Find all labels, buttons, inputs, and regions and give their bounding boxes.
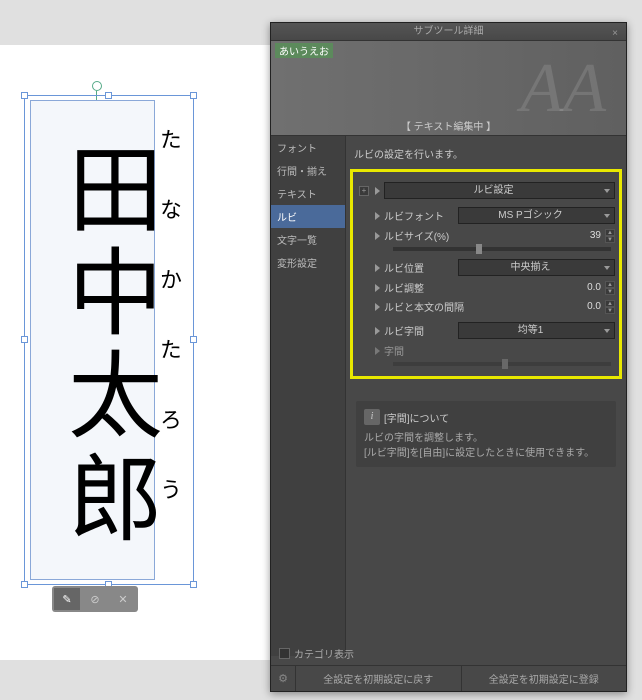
- ruby-size-slider[interactable]: [393, 247, 611, 251]
- ruby-font-row: ルビフォント MS Pゴシック: [357, 207, 615, 224]
- ruby-adjust-value[interactable]: 0.0: [561, 282, 601, 293]
- ruby-spacing-row: ルビ字間 均等1: [357, 322, 615, 339]
- resize-handle[interactable]: [21, 336, 28, 343]
- char-space-slider: [393, 362, 611, 366]
- highlighted-settings: + ルビ設定 ルビフォント MS Pゴシック ルビサイズ(%): [350, 169, 622, 379]
- confirm-button[interactable]: ⊘: [82, 588, 108, 610]
- category-chars[interactable]: 文字一覧: [271, 228, 345, 251]
- resize-handle[interactable]: [105, 92, 112, 99]
- properties-pane: ルビの設定を行います。 + ルビ設定 ルビフォント MS Pゴシック: [346, 136, 626, 656]
- rotate-handle[interactable]: [92, 81, 102, 91]
- ruby-spacing-label: ルビ字間: [384, 323, 454, 338]
- brush-name: あいうえお: [275, 43, 333, 58]
- category-font[interactable]: フォント: [271, 136, 345, 159]
- ruby-font-label: ルビフォント: [384, 208, 454, 223]
- char-space-row: 字間: [357, 343, 615, 358]
- ruby-size-slider-row: [357, 247, 615, 251]
- disclosure-icon[interactable]: [375, 284, 380, 292]
- info-line: ルビの字間を調整します。: [364, 429, 608, 444]
- resize-handle[interactable]: [190, 581, 197, 588]
- panel-footer: カテゴリ表示 ⚙ 全設定を初期設定に戻す 全設定を初期設定に登録: [271, 642, 626, 691]
- category-ruby[interactable]: ルビ: [271, 205, 345, 228]
- ruby-gap-row: ルビと本文の間隔 0.0 ▲▼: [357, 299, 615, 314]
- category-list: フォント 行間・揃え テキスト ルビ 文字一覧 変形設定: [271, 136, 346, 656]
- brush-preview: あいうえお AA 【 テキスト編集中 】: [271, 41, 626, 136]
- gear-icon[interactable]: ⚙: [271, 666, 295, 691]
- ruby-font-dropdown[interactable]: MS Pゴシック: [458, 207, 615, 224]
- description: ルビの設定を行います。: [350, 142, 622, 169]
- category-transform[interactable]: 変形設定: [271, 251, 345, 274]
- disclosure-icon[interactable]: [375, 264, 380, 272]
- cancel-button[interactable]: ✕: [110, 588, 136, 610]
- text-toolbar: ✎ ⊘ ✕: [52, 586, 138, 612]
- panel-body: フォント 行間・揃え テキスト ルビ 文字一覧 変形設定 ルビの設定を行います。…: [271, 136, 626, 656]
- category-show-checkbox[interactable]: [279, 648, 290, 659]
- resize-handle[interactable]: [21, 581, 28, 588]
- info-title: [字間]について: [384, 410, 449, 425]
- category-line[interactable]: 行間・揃え: [271, 159, 345, 182]
- info-box: i [字間]について ルビの字間を調整します。 [ルビ字間]を[自由]に設定した…: [356, 401, 616, 467]
- ruby-size-label: ルビサイズ(%): [384, 228, 454, 243]
- ruby-size-row: ルビサイズ(%) 39 ▲▼: [357, 228, 615, 243]
- preview-glyph: AA: [520, 49, 606, 129]
- ruby-spacing-dropdown[interactable]: 均等1: [458, 322, 615, 339]
- panel-titlebar[interactable]: サブツール詳細 ×: [271, 23, 626, 41]
- resize-handle[interactable]: [190, 336, 197, 343]
- ruby-gap-value[interactable]: 0.0: [561, 301, 601, 312]
- ruby-size-value[interactable]: 39: [561, 230, 601, 241]
- subtool-detail-panel: サブツール詳細 × あいうえお AA 【 テキスト編集中 】 フォント 行間・揃…: [270, 22, 627, 692]
- disclosure-icon[interactable]: [375, 303, 380, 311]
- disclosure-icon[interactable]: [375, 327, 380, 335]
- ruby-size-spinner[interactable]: ▲▼: [605, 229, 615, 243]
- ruby-adjust-row: ルビ調整 0.0 ▲▼: [357, 280, 615, 295]
- expand-toggle[interactable]: +: [359, 186, 369, 196]
- resize-handle[interactable]: [21, 92, 28, 99]
- ruby-pos-label: ルビ位置: [384, 260, 454, 275]
- ruby-gap-spinner[interactable]: ▲▼: [605, 300, 615, 314]
- ruby-adjust-label: ルビ調整: [384, 280, 454, 295]
- disclosure-icon: [375, 347, 380, 355]
- main-text[interactable]: 田中太郎: [30, 100, 155, 580]
- ruby-adjust-spinner[interactable]: ▲▼: [605, 281, 615, 295]
- footer-buttons: ⚙ 全設定を初期設定に戻す 全設定を初期設定に登録: [271, 665, 626, 691]
- resize-handle[interactable]: [190, 92, 197, 99]
- close-icon[interactable]: ×: [608, 25, 622, 39]
- ruby-pos-dropdown[interactable]: 中央揃え: [458, 259, 615, 276]
- ruby-settings-dropdown[interactable]: ルビ設定: [384, 182, 615, 199]
- canvas-area: 田中太郎 たなかたろう ✎ ⊘ ✕: [0, 45, 270, 660]
- ruby-gap-label: ルビと本文の間隔: [384, 299, 484, 314]
- disclosure-icon[interactable]: [375, 187, 380, 195]
- category-show-label: カテゴリ表示: [294, 646, 354, 661]
- info-icon: i: [364, 409, 380, 425]
- panel-title: サブツール詳細: [414, 26, 484, 37]
- char-space-label: 字間: [384, 343, 454, 358]
- category-text[interactable]: テキスト: [271, 182, 345, 205]
- reset-button[interactable]: 全設定を初期設定に戻す: [295, 666, 461, 691]
- ruby-settings-header-row: + ルビ設定: [357, 182, 615, 199]
- register-button[interactable]: 全設定を初期設定に登録: [461, 666, 627, 691]
- info-line: [ルビ字間]を[自由]に設定したときに使用できます。: [364, 444, 608, 459]
- ruby-pos-row: ルビ位置 中央揃え: [357, 259, 615, 276]
- category-show-row: カテゴリ表示: [271, 642, 626, 665]
- text-frame[interactable]: 田中太郎 たなかたろう: [30, 100, 185, 580]
- edit-mode-badge: 【 テキスト編集中 】: [401, 118, 496, 133]
- ruby-text: たなかたろう: [155, 100, 185, 580]
- disclosure-icon[interactable]: [375, 232, 380, 240]
- disclosure-icon[interactable]: [375, 212, 380, 220]
- edit-button[interactable]: ✎: [54, 588, 80, 610]
- char-space-slider-row: [357, 362, 615, 366]
